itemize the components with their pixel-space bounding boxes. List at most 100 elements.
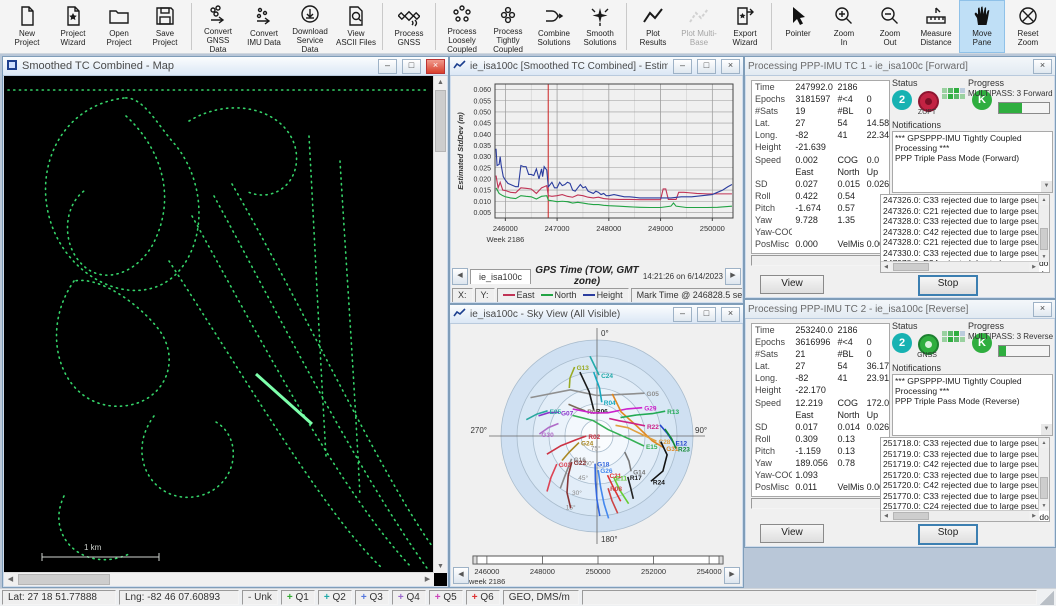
sky-timeline-slider[interactable]: 246000248000250000252000254000week 2186 — [451, 553, 742, 586]
convert-imu-button[interactable]: Convert IMU Data — [241, 0, 287, 53]
zoom-in-icon — [832, 4, 856, 28]
map-canvas[interactable]: 1 km — [4, 76, 434, 573]
process-gnss-button[interactable]: Process GNSS — [386, 0, 432, 53]
scroll-up-icon[interactable]: ▲ — [1039, 195, 1049, 205]
save-project-button[interactable]: Save Project — [142, 0, 188, 53]
table-cell: Pitch — [752, 445, 792, 457]
scroll-thumb[interactable] — [893, 263, 929, 271]
messages-vscrollbar[interactable]: ▲▼ — [1038, 195, 1049, 262]
table-row: #Sats19#BL0 — [752, 105, 889, 117]
minimize-button[interactable]: – — [673, 59, 692, 74]
map-vertical-scrollbar[interactable]: ▲ ▼ — [433, 76, 447, 573]
scroll-left-icon[interactable]: ◀ — [881, 511, 891, 521]
close-button[interactable]: × — [426, 59, 445, 74]
convert-gnss-button[interactable]: Convert GNSS Data — [195, 0, 241, 53]
accuracy-window-titlebar[interactable]: ie_isa100c [Smoothed TC Combined] - Esti… — [450, 57, 743, 76]
scroll-down-icon[interactable]: ▼ — [1039, 501, 1049, 511]
minimize-button[interactable]: – — [673, 307, 692, 322]
table-row: Pitch-1.6740.57 — [752, 202, 889, 214]
map-window-titlebar[interactable]: Smoothed TC Combined - Map – □ × — [3, 57, 448, 76]
messages-list[interactable]: 247326.0: C33 rejected due to large pseu… — [880, 194, 1050, 273]
proc2-titlebar[interactable]: Processing PPP-IMU TC 2 - ie_isa100c [Re… — [745, 300, 1055, 319]
svg-text:C28: C28 — [659, 439, 671, 446]
scroll-thumb[interactable] — [1040, 228, 1048, 250]
plot-results-button[interactable]: Plot Results — [630, 0, 676, 53]
sky-window-titlebar[interactable]: ie_isa100c - Sky View (All Visible) – □ … — [450, 305, 743, 324]
scroll-left-icon[interactable]: ◀ — [4, 573, 17, 586]
proc1-titlebar[interactable]: Processing PPP-IMU TC 1 - ie_isa100c [Fo… — [745, 57, 1055, 76]
table-cell: #BL — [834, 105, 863, 117]
signal-bar — [960, 94, 965, 99]
scroll-up-icon[interactable]: ▲ — [434, 76, 447, 89]
timeline-forward-icon[interactable]: ▶ — [724, 567, 740, 584]
scroll-right-icon[interactable]: ▶ — [421, 573, 434, 586]
plot-window-icon — [453, 308, 466, 321]
map-horizontal-scrollbar[interactable]: ◀ ▶ — [4, 572, 434, 586]
pointer-button[interactable]: Pointer — [775, 0, 821, 53]
download-service-button[interactable]: Download Service Data — [287, 0, 333, 53]
toolbar-separator — [191, 3, 192, 50]
view-ascii-button[interactable]: View ASCII Files — [333, 0, 379, 53]
close-button[interactable]: × — [721, 59, 740, 74]
table-hscrollbar[interactable] — [751, 498, 890, 509]
quality-flag-q2: + Q2 — [318, 590, 352, 605]
svg-text:90°: 90° — [695, 426, 707, 435]
process-tightly-button[interactable]: Process Tightly Coupled — [485, 0, 531, 53]
project-wizard-button-label: Project Wizard — [61, 29, 86, 47]
scroll-left-icon[interactable]: ◀ — [881, 262, 891, 272]
status-dot — [925, 98, 932, 105]
messages-list[interactable]: 251718.0: C33 rejected due to large pseu… — [880, 437, 1050, 522]
close-button[interactable]: × — [721, 307, 740, 322]
reset-zoom-button[interactable]: Reset Zoom — [1005, 0, 1051, 53]
messages-hscrollbar[interactable]: ◀▶ — [881, 261, 1039, 272]
table-hscrollbar[interactable] — [751, 255, 890, 266]
view-button[interactable]: View — [760, 275, 824, 294]
stop-button[interactable]: Stop — [918, 275, 978, 296]
notif-scroll-down-icon[interactable]: ▼ — [1041, 424, 1052, 435]
scroll-thumb[interactable] — [1040, 477, 1048, 499]
restore-button[interactable]: □ — [697, 307, 716, 322]
stop-button[interactable]: Stop — [918, 524, 978, 545]
zoom-in-button[interactable]: Zoom In — [821, 0, 867, 53]
export-wizard-button[interactable]: Export Wizard — [722, 0, 768, 53]
new-project-button[interactable]: New Project — [4, 0, 50, 53]
close-button[interactable]: × — [1033, 59, 1052, 74]
signal-bar — [960, 337, 965, 342]
open-project-button[interactable]: Open Project — [96, 0, 142, 53]
prev-plot-icon[interactable]: ◀ — [452, 268, 468, 285]
minimize-button[interactable]: – — [378, 59, 397, 74]
messages-vscrollbar[interactable]: ▲▼ — [1038, 438, 1049, 511]
close-button[interactable]: × — [1033, 302, 1052, 317]
scroll-up-icon[interactable]: ▲ — [1039, 438, 1049, 448]
maximize-button[interactable]: □ — [402, 59, 421, 74]
map-window: Smoothed TC Combined - Map – □ × 1 km ▲ … — [2, 56, 449, 588]
notif-scroll-down-icon[interactable]: ▼ — [1041, 181, 1052, 192]
zoom-out-button[interactable]: Zoom Out — [867, 0, 913, 53]
notifications-box[interactable]: *** GPSPPP-IMU Tightly Coupled Processin… — [892, 374, 1053, 436]
process-tightly-button-label: Process Tightly Coupled — [493, 27, 523, 54]
main-toolbar: New Project Project Wizard Open ProjectSav… — [0, 0, 1056, 54]
scroll-thumb[interactable] — [893, 512, 929, 520]
sky-plot[interactable]: 0°90°180°270°15°30°45°60°75°G05R06R04G07… — [451, 324, 742, 548]
timeline-back-icon[interactable]: ◀ — [453, 567, 469, 584]
accuracy-chart[interactable]: 0.0050.0100.0150.0200.0250.0300.0350.040… — [451, 76, 742, 262]
table-cell: 9.728 — [792, 214, 834, 226]
move-pane-button[interactable]: Move Pane — [959, 0, 1005, 53]
messages-hscrollbar[interactable]: ◀▶ — [881, 510, 1039, 521]
measure-distance-button[interactable]: Measure Distance — [913, 0, 959, 53]
smooth-solutions-button[interactable]: Smooth Solutions — [577, 0, 623, 53]
scroll-down-icon[interactable]: ▼ — [434, 560, 447, 573]
notifications-box[interactable]: *** GPSPPP-IMU Tightly Coupled Processin… — [892, 131, 1053, 193]
next-plot-icon[interactable]: ▶ — [725, 268, 741, 285]
table-cell: 0.309 — [792, 433, 834, 445]
project-wizard-button[interactable]: Project Wizard — [50, 0, 96, 53]
process-loosely-button[interactable]: Process Loosely Coupled — [439, 0, 485, 53]
combine-solutions-button[interactable]: Combine Solutions — [531, 0, 577, 53]
svg-text:250000: 250000 — [700, 224, 725, 233]
scroll-down-icon[interactable]: ▼ — [1039, 252, 1049, 262]
scroll-right-icon[interactable]: ▶ — [1029, 262, 1039, 272]
view-button[interactable]: View — [760, 524, 824, 543]
scroll-right-icon[interactable]: ▶ — [1029, 511, 1039, 521]
plot-tab[interactable]: ie_isa100c — [470, 269, 531, 284]
restore-button[interactable]: □ — [697, 59, 716, 74]
